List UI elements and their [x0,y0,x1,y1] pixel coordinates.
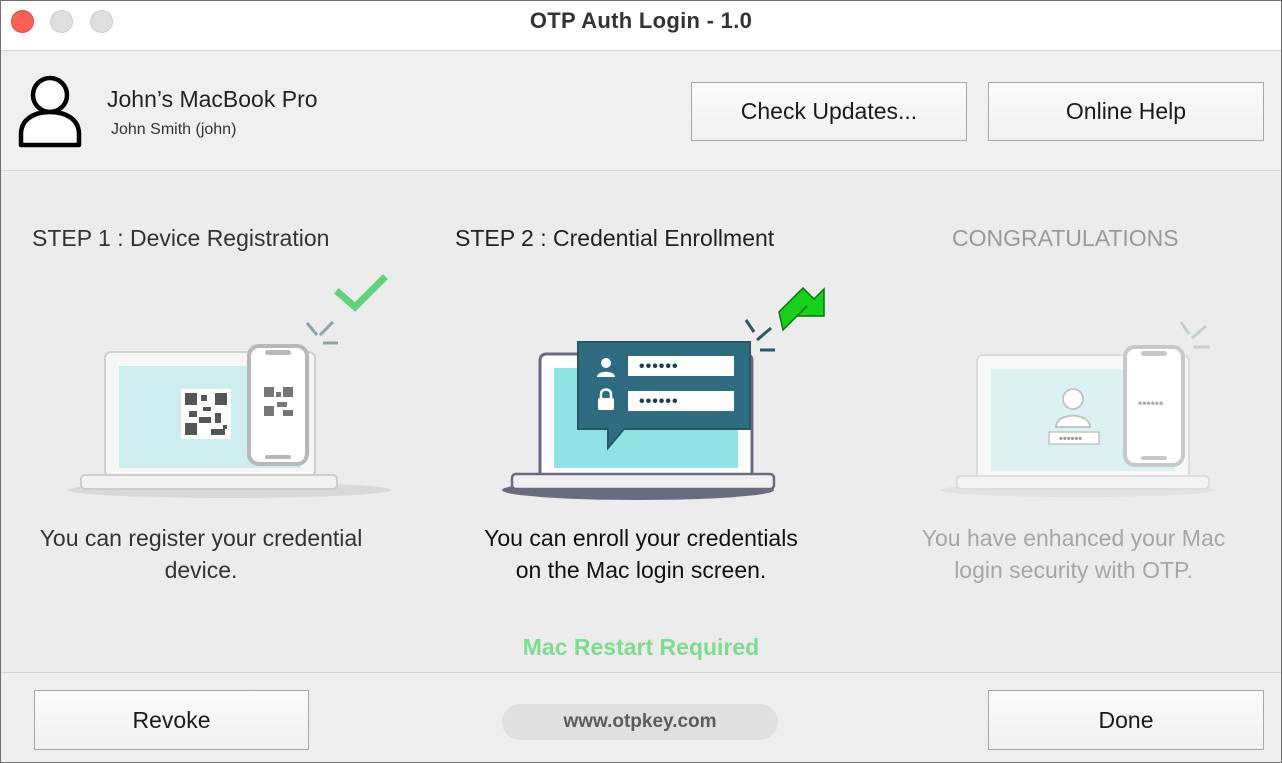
arrow-icon [778,286,825,332]
user-icon [18,75,82,148]
header-panel: John’s MacBook Pro John Smith (john) Che… [1,52,1281,171]
app-window: OTP Auth Login - 1.0 John’s MacBook Pro … [0,0,1282,763]
check-updates-button[interactable]: Check Updates... [691,82,967,141]
restart-required-note: Mac Restart Required [522,634,760,660]
steps-panel: STEP 1 : Device Registration STEP 2 : Cr… [1,172,1281,672]
step-1-title: STEP 1 : Device Registration [32,225,330,251]
revoke-button[interactable]: Revoke [34,690,309,750]
otp-mask: •••••• [1138,396,1163,410]
footer-panel: Revoke www.otpkey.com Done [1,672,1281,762]
online-help-button[interactable]: Online Help [988,82,1264,141]
login-password-mask: •••••• [1059,433,1082,445]
website-link[interactable]: www.otpkey.com [502,704,778,740]
step-2-description: You can enroll your credentials on the M… [484,525,798,583]
congratulations-illustration: •••••• •••••• [940,321,1216,497]
step-3-title: CONGRATULATIONS [952,225,1179,251]
device-name: John’s MacBook Pro [107,86,318,112]
window-title: OTP Auth Login - 1.0 [529,8,753,33]
device-registration-illustration [67,274,391,498]
done-button[interactable]: Done [988,690,1264,750]
credential-enrollment-illustration: •••••• •••••• [502,286,825,500]
check-mark-icon [334,274,388,312]
title-bar: OTP Auth Login - 1.0 [1,1,1281,51]
username-mask: •••••• [639,358,679,375]
user-name: John Smith (john) [111,121,237,138]
password-mask: •••••• [639,393,679,410]
step-1-description: You can register your credential device. [39,525,363,583]
step-3-description: You have enhanced your Mac login securit… [921,525,1226,583]
step-2-title: STEP 2 : Credential Enrollment [455,225,775,251]
